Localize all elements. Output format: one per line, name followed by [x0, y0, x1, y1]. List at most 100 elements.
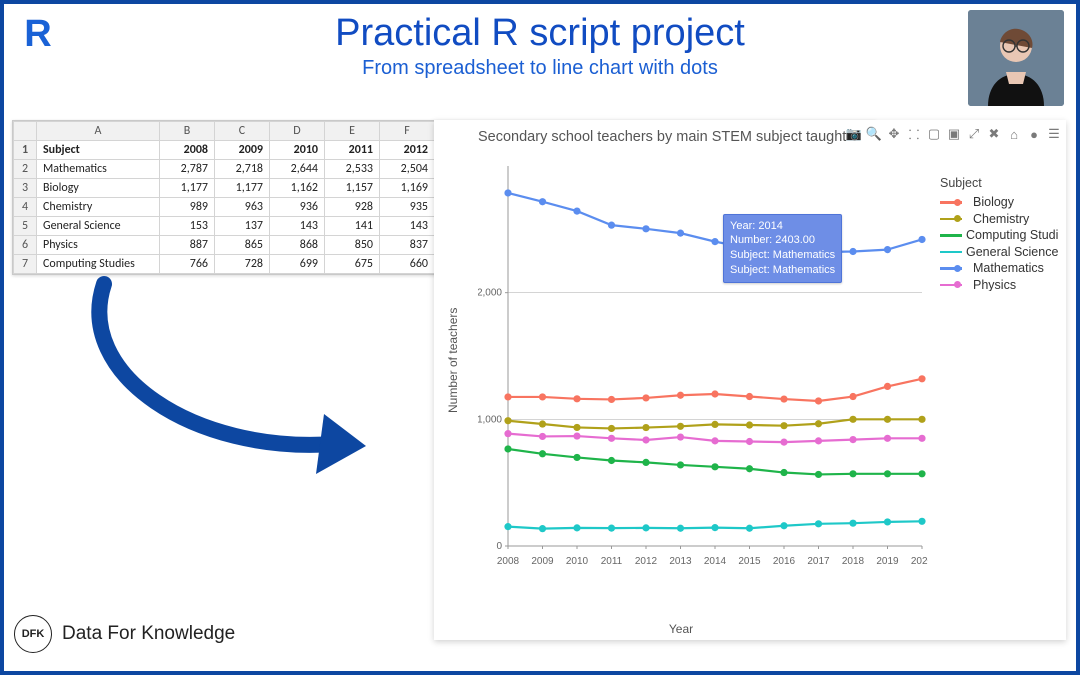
legend-item[interactable]: Biology	[940, 196, 1058, 209]
sheet-cell[interactable]: 660	[380, 255, 435, 274]
sheet-row-header[interactable]: 6	[14, 236, 37, 255]
sheet-cell[interactable]: 728	[215, 255, 270, 274]
sheet-row-header[interactable]: 3	[14, 179, 37, 198]
svg-text:2013: 2013	[669, 556, 692, 567]
svg-text:2015: 2015	[738, 556, 761, 567]
sheet-cell[interactable]: 1,157	[325, 179, 380, 198]
sheet-cell[interactable]: Biology	[37, 179, 160, 198]
svg-text:2016: 2016	[773, 556, 796, 567]
sheet-cell[interactable]: 935	[380, 198, 435, 217]
legend-item[interactable]: General Science	[940, 246, 1058, 259]
sheet-col-header[interactable]	[14, 122, 37, 141]
sheet-cell[interactable]: Mathematics	[37, 160, 160, 179]
svg-text:2,000: 2,000	[478, 288, 502, 299]
sheet-col-header[interactable]: F	[380, 122, 435, 141]
svg-text:1,000: 1,000	[478, 414, 502, 425]
legend-label: General Science	[966, 246, 1058, 259]
zoomin-icon[interactable]: ▢	[926, 126, 942, 142]
sheet-col-header[interactable]: E	[325, 122, 380, 141]
banner: R Practical R script project From spread…	[4, 4, 1076, 80]
sheet-cell[interactable]: 989	[160, 198, 215, 217]
menu-icon[interactable]: ☰	[1046, 126, 1062, 142]
sheet-col-header[interactable]: D	[270, 122, 325, 141]
boxselect-icon[interactable]: ⸬	[906, 126, 922, 142]
home-icon[interactable]: ⌂	[1006, 126, 1022, 142]
legend-item[interactable]: Computing Studies	[940, 229, 1058, 242]
svg-text:2020: 2020	[911, 556, 928, 567]
presenter-photo	[968, 10, 1064, 106]
sheet-cell[interactable]: 2010	[270, 141, 325, 160]
sheet-cell[interactable]: 2,504	[380, 160, 435, 179]
sheet-cell[interactable]: 936	[270, 198, 325, 217]
sheet-cell[interactable]: 865	[215, 236, 270, 255]
sheet-cell[interactable]: General Science	[37, 217, 160, 236]
sheet-cell[interactable]: 699	[270, 255, 325, 274]
legend-item[interactable]: Mathematics	[940, 262, 1058, 275]
chart-legend[interactable]: SubjectBiologyChemistryComputing Studies…	[940, 176, 1060, 295]
svg-text:2010: 2010	[566, 556, 589, 567]
page-title: Practical R script project	[4, 14, 1076, 54]
sheet-cell[interactable]: 2011	[325, 141, 380, 160]
sheet-cell[interactable]: 143	[380, 217, 435, 236]
chart-ylabel: Number of teachers	[446, 308, 460, 413]
page-subtitle: From spreadsheet to line chart with dots	[4, 56, 1076, 80]
sheet-col-header[interactable]: A	[37, 122, 160, 141]
sheet-cell[interactable]: Subject	[37, 141, 160, 160]
sheet-row-header[interactable]: 4	[14, 198, 37, 217]
sheet-cell[interactable]: 2008	[160, 141, 215, 160]
sheet-col-header[interactable]: B	[160, 122, 215, 141]
sheet-cell[interactable]: 141	[325, 217, 380, 236]
sheet-cell[interactable]: 887	[160, 236, 215, 255]
pan-icon[interactable]: ✥	[886, 126, 902, 142]
legend-label: Mathematics	[973, 262, 1044, 275]
legend-label: Chemistry	[973, 213, 1029, 226]
legend-item[interactable]: Chemistry	[940, 213, 1058, 226]
sheet-row-header[interactable]: 5	[14, 217, 37, 236]
sheet-cell[interactable]: 850	[325, 236, 380, 255]
sheet-cell[interactable]: 928	[325, 198, 380, 217]
chart-plot[interactable]: 01,0002,00020082009201020112012201320142…	[478, 160, 928, 580]
svg-text:2011: 2011	[601, 556, 623, 567]
sheet-row-header[interactable]: 7	[14, 255, 37, 274]
sheet-cell[interactable]: 1,177	[215, 179, 270, 198]
legend-item[interactable]: Physics	[940, 279, 1058, 292]
sheet-cell[interactable]: 137	[215, 217, 270, 236]
chart-modebar[interactable]: 📷🔍✥⸬▢▣⤢✖⌂●☰	[846, 126, 1062, 142]
sheet-cell[interactable]: 2012	[380, 141, 435, 160]
legend-label: Physics	[973, 279, 1016, 292]
sheet-row-header[interactable]: 2	[14, 160, 37, 179]
sheet-cell[interactable]: Chemistry	[37, 198, 160, 217]
autoscale-icon[interactable]: ⤢	[966, 126, 982, 142]
r-logo-letter: R	[24, 15, 51, 53]
toggle-icon[interactable]: ●	[1026, 126, 1042, 142]
sheet-cell[interactable]: 963	[215, 198, 270, 217]
sheet-cell[interactable]: 153	[160, 217, 215, 236]
sheet-cell[interactable]: 766	[160, 255, 215, 274]
sheet-cell[interactable]: 2009	[215, 141, 270, 160]
sheet-col-header[interactable]: C	[215, 122, 270, 141]
zoom-icon[interactable]: 🔍	[866, 126, 882, 142]
sheet-cell[interactable]: 1,162	[270, 179, 325, 198]
sheet-cell[interactable]: Computing Studies	[37, 255, 160, 274]
svg-text:0: 0	[496, 541, 502, 552]
sheet-cell[interactable]: 143	[270, 217, 325, 236]
sheet-row-header[interactable]: 1	[14, 141, 37, 160]
camera-icon[interactable]: 📷	[846, 126, 862, 142]
zoomout-icon[interactable]: ▣	[946, 126, 962, 142]
slide: R Practical R script project From spread…	[0, 0, 1080, 675]
sheet-cell[interactable]: 2,533	[325, 160, 380, 179]
sheet-cell[interactable]: 2,718	[215, 160, 270, 179]
sheet-cell[interactable]: 2,787	[160, 160, 215, 179]
reset-icon[interactable]: ✖	[986, 126, 1002, 142]
sheet-cell[interactable]: 675	[325, 255, 380, 274]
sheet-cell[interactable]: 868	[270, 236, 325, 255]
svg-text:2008: 2008	[497, 556, 520, 567]
tt-l3: Subject:	[730, 249, 770, 261]
sheet-cell[interactable]: 1,177	[160, 179, 215, 198]
sheet-cell[interactable]: 2,644	[270, 160, 325, 179]
r-logo: R	[12, 10, 64, 58]
sheet-cell[interactable]: 1,169	[380, 179, 435, 198]
svg-text:2009: 2009	[531, 556, 554, 567]
sheet-cell[interactable]: 837	[380, 236, 435, 255]
sheet-cell[interactable]: Physics	[37, 236, 160, 255]
